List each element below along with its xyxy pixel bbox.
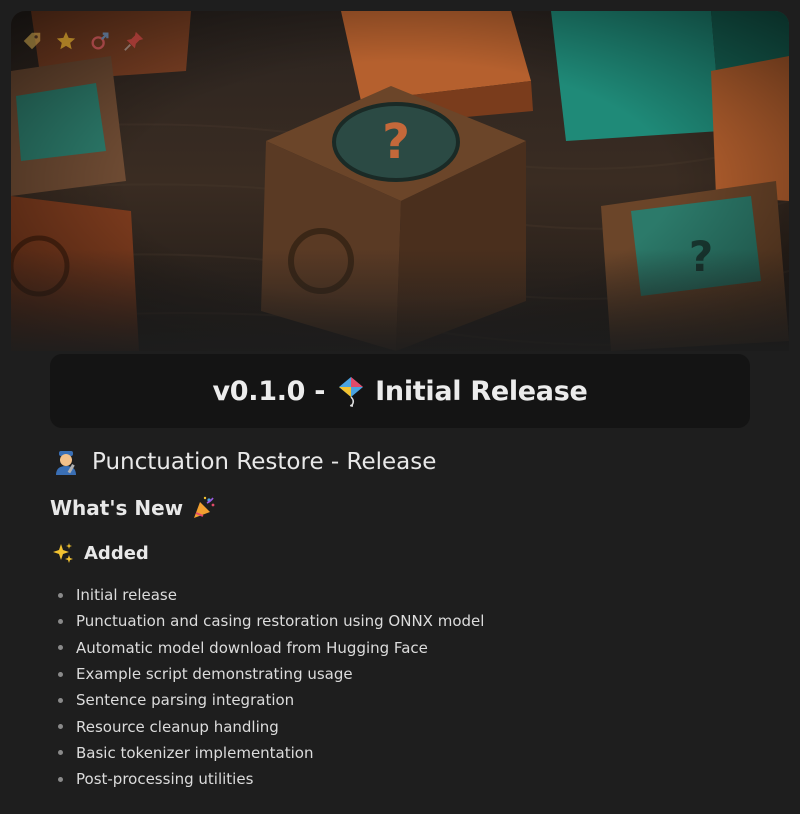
- whats-new-heading: What's New: [50, 494, 217, 522]
- added-list: Initial release Punctuation and casing r…: [58, 582, 484, 792]
- sparkles-icon: [52, 542, 74, 564]
- bullet: [58, 776, 63, 782]
- hero-image: ? ?: [11, 11, 789, 351]
- bullet: [58, 697, 63, 703]
- bullet: [58, 592, 63, 598]
- release-banner: v0.1.0 - Initial Release: [50, 354, 750, 428]
- bullet: [58, 724, 63, 730]
- list-item: Basic tokenizer implementation: [58, 740, 484, 766]
- star-icon[interactable]: [53, 28, 79, 54]
- added-text: Added: [84, 542, 149, 564]
- tag-icon[interactable]: [19, 28, 45, 54]
- bullet: [58, 645, 63, 651]
- mechanic-icon: [52, 448, 80, 476]
- project-title: Punctuation Restore - Release: [52, 446, 436, 478]
- bullet: [58, 618, 63, 624]
- whats-new-text: What's New: [50, 496, 184, 520]
- list-item: Initial release: [58, 582, 484, 608]
- gender-icon[interactable]: [87, 28, 113, 54]
- kite-icon: [335, 375, 367, 407]
- pin-icon[interactable]: [121, 28, 147, 54]
- list-item: Post-processing utilities: [58, 766, 484, 792]
- added-heading: Added: [52, 540, 149, 566]
- release-title: Initial Release: [375, 375, 588, 407]
- list-item: Punctuation and casing restoration using…: [58, 608, 484, 634]
- list-item: Sentence parsing integration: [58, 687, 484, 713]
- list-item: Automatic model download from Hugging Fa…: [58, 635, 484, 661]
- party-popper-icon: [191, 495, 217, 521]
- dice-illustration: ? ?: [11, 11, 789, 351]
- list-item: Example script demonstrating usage: [58, 661, 484, 687]
- bullet: [58, 671, 63, 677]
- project-title-text: Punctuation Restore - Release: [92, 449, 437, 475]
- list-item: Resource cleanup handling: [58, 713, 484, 739]
- release-version: v0.1.0 -: [212, 375, 326, 407]
- hero-badge-icons: [19, 28, 147, 54]
- bullet: [58, 750, 63, 756]
